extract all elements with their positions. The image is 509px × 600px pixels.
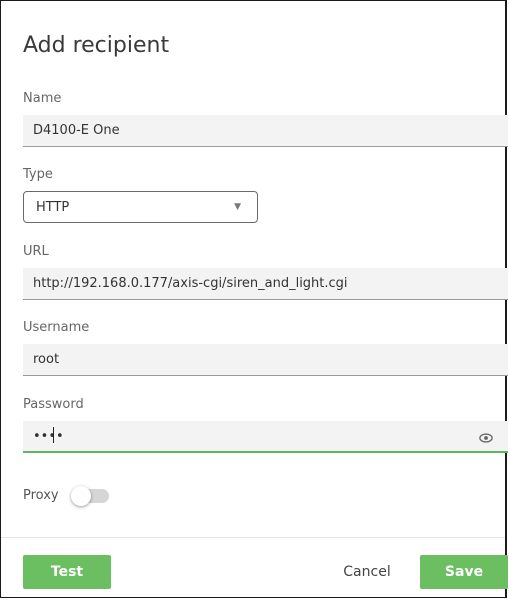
type-select-value: HTTP xyxy=(36,199,70,215)
cancel-button[interactable]: Cancel xyxy=(331,555,403,589)
name-input[interactable] xyxy=(23,115,508,147)
proxy-toggle[interactable] xyxy=(70,485,109,506)
name-label: Name xyxy=(23,91,62,106)
dialog-title: Add recipient xyxy=(23,33,170,58)
text-cursor xyxy=(53,427,54,443)
save-button[interactable]: Save xyxy=(420,555,508,589)
eye-icon[interactable] xyxy=(479,431,493,445)
proxy-row: Proxy xyxy=(23,485,109,506)
url-label: URL xyxy=(23,244,49,259)
add-recipient-dialog: Add recipient Name Type HTTP ▼ URL Usern… xyxy=(0,0,508,598)
footer-divider xyxy=(1,537,505,538)
caret-down-icon: ▼ xyxy=(234,202,241,212)
username-input[interactable] xyxy=(23,344,508,376)
password-input[interactable] xyxy=(23,421,508,453)
type-label: Type xyxy=(23,167,53,182)
toggle-knob xyxy=(70,485,91,506)
url-input[interactable] xyxy=(23,268,508,300)
username-label: Username xyxy=(23,320,90,335)
proxy-label: Proxy xyxy=(23,488,59,503)
type-select[interactable]: HTTP ▼ xyxy=(23,191,258,223)
password-label: Password xyxy=(23,397,84,412)
test-button[interactable]: Test xyxy=(23,555,111,589)
